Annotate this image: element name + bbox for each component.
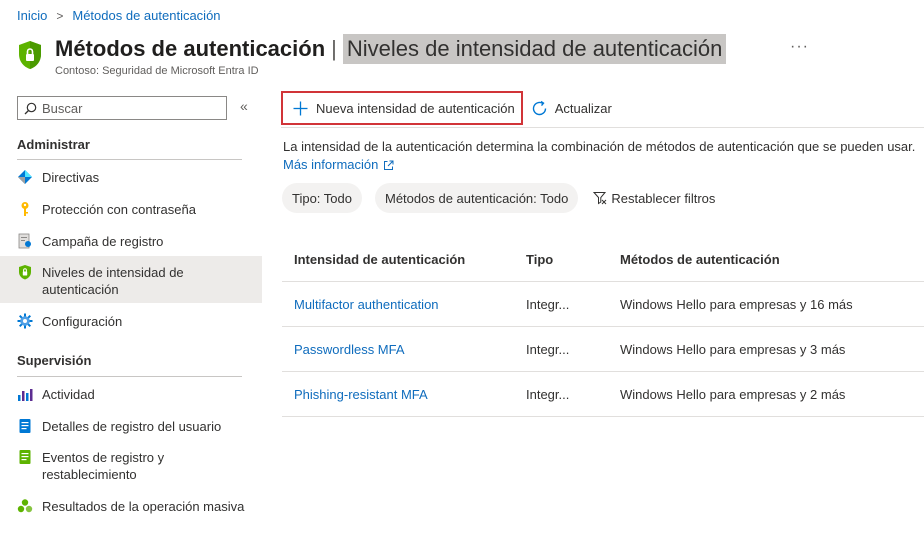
reset-filter-icon — [593, 192, 607, 205]
sidebar-item-campana-registro[interactable]: Campaña de registro — [0, 233, 262, 251]
table-header: Intensidad de autenticación Tipo Métodos… — [282, 237, 924, 282]
collapse-sidebar-button[interactable]: « — [240, 98, 248, 114]
new-auth-strength-label: Nueva intensidad de autenticación — [316, 100, 515, 116]
toolbar-divider — [281, 127, 924, 128]
policy-icon — [18, 170, 32, 184]
search-icon — [24, 102, 37, 114]
row-type: Integr... — [526, 296, 570, 312]
key-icon — [21, 202, 29, 216]
learn-more-label: Más información — [283, 157, 379, 172]
row-name-link[interactable]: Phishing-resistant MFA — [282, 387, 526, 402]
sidebar-item-label: Configuración — [42, 314, 123, 329]
row-methods: Windows Hello para empresas y 16 más — [620, 296, 853, 312]
sidebar-item-label: Directivas — [42, 170, 100, 185]
row-methods: Windows Hello para empresas y 3 más — [620, 341, 846, 357]
refresh-label: Actualizar — [554, 100, 612, 116]
description-text: La intensidad de la autenticación determ… — [283, 139, 916, 154]
sidebar-item-proteccion-contrasena[interactable]: Protección con contraseña — [0, 201, 262, 219]
section-administrar: Administrar — [17, 137, 90, 152]
filter-bar: Tipo: Todo Métodos de autenticación: Tod… — [282, 183, 715, 213]
row-methods: Windows Hello para empresas y 2 más — [620, 386, 846, 402]
shield-icon — [19, 265, 31, 280]
refresh-button[interactable]: Actualizar — [531, 100, 612, 117]
breadcrumb-home-link[interactable]: Inicio — [17, 8, 47, 23]
activity-chart-icon — [18, 389, 33, 401]
table-row[interactable]: Phishing-resistant MFA Integr... Windows… — [282, 372, 924, 417]
more-options-button[interactable]: ··· — [790, 38, 809, 56]
page-header: Métodos de autenticación | Niveles de in… — [17, 34, 727, 77]
external-link-icon — [384, 160, 394, 170]
gear-icon — [17, 313, 33, 329]
filter-methods-pill[interactable]: Métodos de autenticación: Todo — [375, 183, 579, 213]
title-separator: | — [331, 36, 337, 61]
column-header-methods[interactable]: Métodos de autenticación — [620, 252, 924, 267]
sidebar-item-label: Detalles de registro del usuario — [42, 419, 222, 434]
description: La intensidad de la autenticación determ… — [283, 138, 923, 174]
events-icon — [19, 450, 31, 464]
sidebar-item-niveles-intensidad[interactable]: Niveles de intensidad de autenticación — [0, 256, 262, 303]
section-divider — [17, 159, 242, 160]
reset-filters-button[interactable]: Restablecer filtros — [593, 191, 715, 206]
breadcrumb-current-link[interactable]: Métodos de autenticación — [72, 8, 220, 23]
sidebar-item-actividad[interactable]: Actividad — [0, 386, 262, 404]
search-input[interactable] — [42, 100, 222, 116]
bulk-results-icon — [17, 499, 33, 513]
table-row[interactable]: Passwordless MFA Integr... Windows Hello… — [282, 327, 924, 372]
section-supervision: Supervisión — [17, 353, 92, 368]
page-title-main: Métodos de autenticación — [55, 36, 326, 61]
sidebar-item-configuracion[interactable]: Configuración — [0, 313, 262, 331]
sidebar-item-label: Eventos de registro y restablecimiento — [42, 450, 165, 482]
search-box[interactable] — [17, 96, 227, 120]
breadcrumb: Inicio > Métodos de autenticación — [17, 8, 221, 23]
refresh-icon — [532, 100, 546, 115]
sidebar-item-detalles-registro[interactable]: Detalles de registro del usuario — [0, 418, 262, 436]
plus-icon — [293, 101, 308, 115]
command-bar: Nueva intensidad de autenticación Actual… — [281, 91, 612, 125]
sidebar-item-resultados-masiva[interactable]: Resultados de la operación masiva — [0, 498, 262, 516]
filter-type-pill[interactable]: Tipo: Todo — [282, 183, 362, 213]
column-header-name[interactable]: Intensidad de autenticación — [282, 252, 526, 267]
sidebar-item-label: Campaña de registro — [42, 234, 164, 249]
sidebar-item-label: Actividad — [42, 387, 95, 402]
section-divider — [17, 376, 242, 377]
row-type: Integr... — [526, 341, 570, 357]
breadcrumb-chevron-icon: > — [56, 8, 64, 23]
learn-more-link[interactable]: Más información — [283, 156, 394, 174]
shield-icon — [19, 41, 41, 69]
row-name-link[interactable]: Passwordless MFA — [282, 342, 526, 357]
auth-strength-table: Intensidad de autenticación Tipo Métodos… — [282, 237, 924, 417]
user-details-icon — [19, 419, 31, 433]
column-header-type[interactable]: Tipo — [526, 252, 620, 267]
sidebar-item-directivas[interactable]: Directivas — [0, 169, 262, 187]
sidebar-item-label: Protección con contraseña — [42, 202, 196, 217]
row-name-link[interactable]: Multifactor authentication — [282, 297, 526, 312]
org-subtitle: Contoso: Seguridad de Microsoft Entra ID — [55, 65, 259, 77]
sidebar-item-label: Resultados de la operación masiva — [42, 499, 245, 514]
page-title: Métodos de autenticación | Niveles de in… — [55, 34, 727, 64]
sidebar-item-label: Niveles de intensidad de autenticación — [42, 265, 184, 297]
row-type: Integr... — [526, 386, 570, 402]
table-row[interactable]: Multifactor authentication Integr... Win… — [282, 282, 924, 327]
sidebar-item-eventos-registro[interactable]: Eventos de registro y restablecimiento — [0, 449, 262, 485]
page-title-highlight: Niveles de intensidad de autenticación — [342, 34, 727, 64]
new-auth-strength-button[interactable]: Nueva intensidad de autenticación — [281, 91, 523, 125]
reset-filters-label: Restablecer filtros — [611, 190, 716, 206]
registration-icon — [18, 233, 31, 249]
